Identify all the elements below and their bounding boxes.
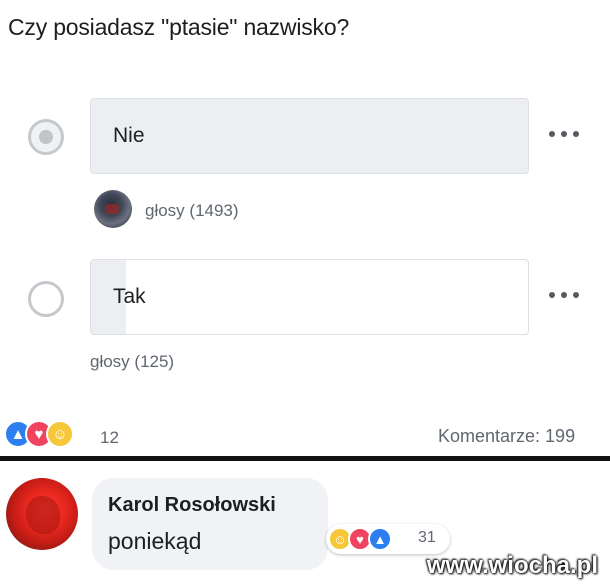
commenter-name[interactable]: Karol Rosołowski	[108, 494, 276, 517]
option-tak-radio[interactable]	[28, 281, 64, 317]
comment-reactions[interactable]: ☺ ♥ ▲ 31	[326, 524, 450, 554]
comments-count-link[interactable]: Komentarze: 199	[438, 426, 575, 447]
comment-bubble	[92, 478, 328, 570]
haha-icon: ☺	[46, 420, 74, 448]
option-nie-label: Nie	[113, 124, 145, 147]
commenter-avatar[interactable]	[6, 478, 78, 550]
voter-avatar[interactable]	[94, 190, 132, 228]
post-reaction-count[interactable]: 12	[100, 428, 119, 448]
comment-reaction-count: 31	[418, 529, 436, 546]
like-icon: ▲	[368, 527, 392, 551]
site-watermark: www.wiocha.pl	[426, 552, 598, 579]
option-nie-votes[interactable]: głosy (1493)	[145, 201, 239, 221]
option-tak-label: Tak	[113, 285, 146, 308]
option-nie-fill-bar	[91, 99, 528, 173]
poll-option-nie[interactable]: Nie	[90, 98, 529, 174]
poll-question: Czy posiadasz "ptasie" nazwisko?	[8, 14, 350, 40]
poll-option-tak[interactable]: Tak	[90, 259, 529, 335]
comment-text: poniekąd	[108, 528, 202, 554]
section-divider	[0, 456, 610, 461]
option-tak-votes[interactable]: głosy (125)	[90, 352, 174, 372]
option-nie-radio[interactable]	[28, 119, 64, 155]
option-tak-more-icon[interactable]	[549, 292, 579, 302]
option-nie-more-icon[interactable]	[549, 131, 579, 141]
